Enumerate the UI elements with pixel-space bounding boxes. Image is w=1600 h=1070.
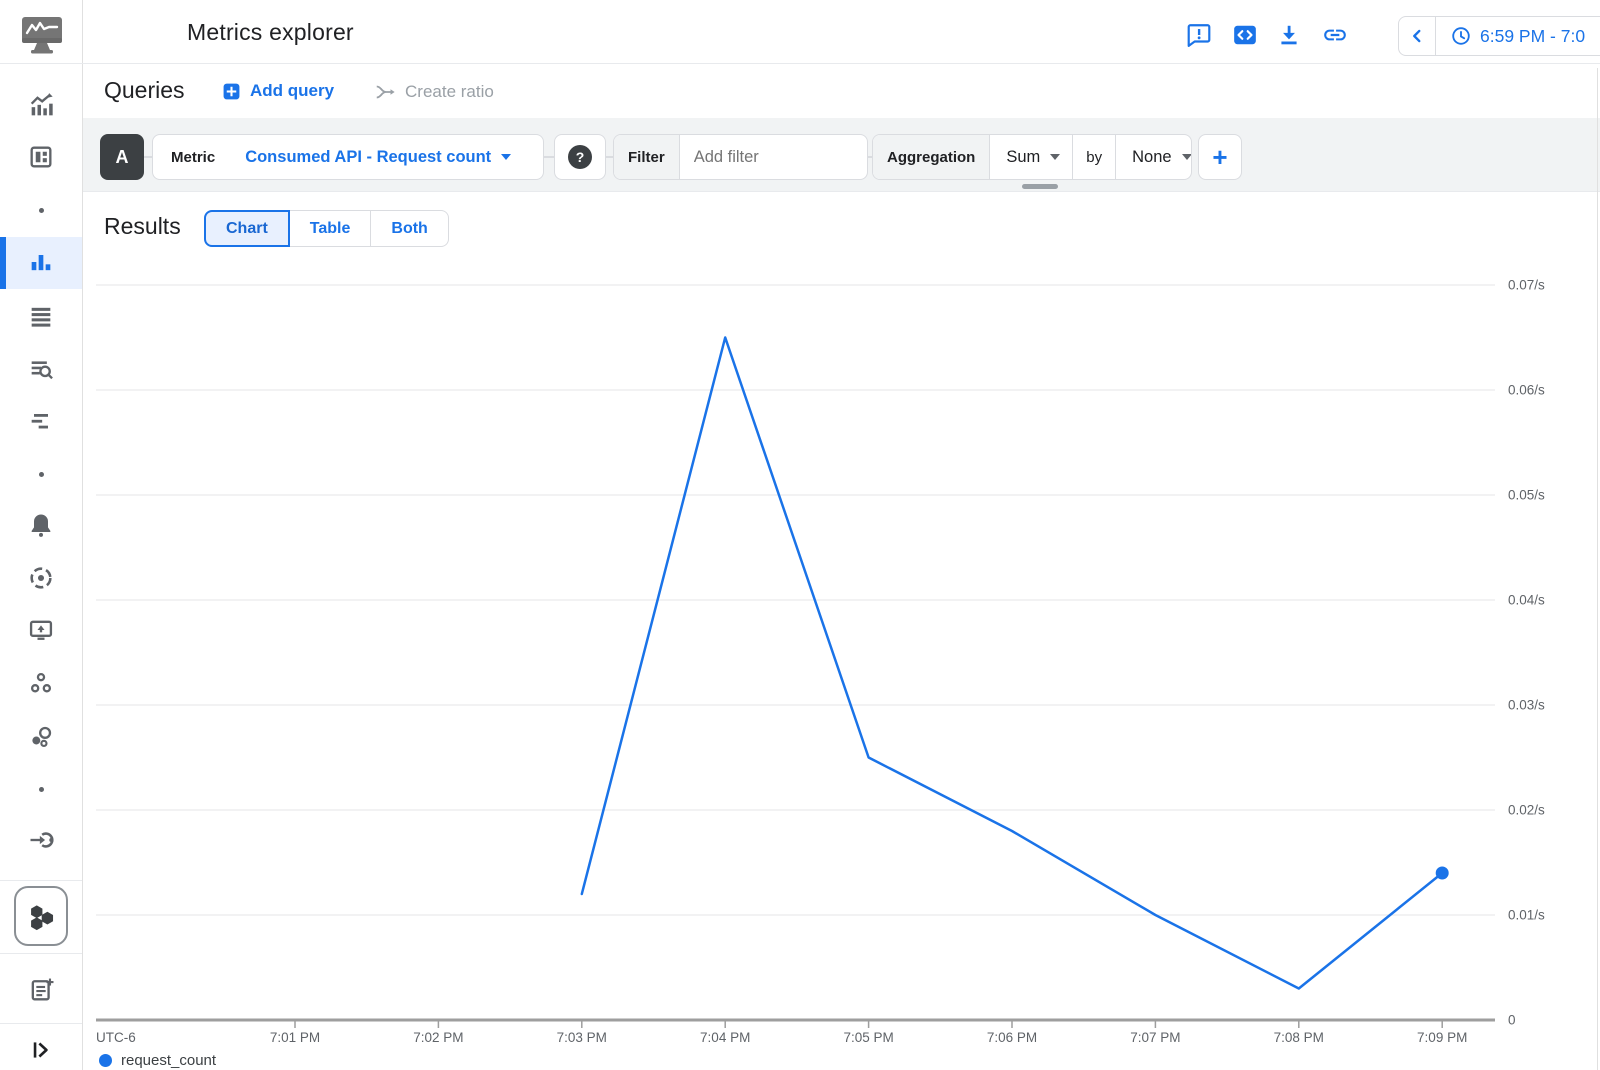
svg-text:7:03 PM: 7:03 PM [557,1030,607,1045]
svg-text:0: 0 [1508,1013,1516,1028]
line-chart-canvas: 0.07/s 0.06/s 0.05/s 0.04/s 0.03/s 0.02/s 0.01… [0,0,1600,1070]
series-color-dot [99,1054,112,1067]
svg-text:7:06 PM: 7:06 PM [987,1030,1037,1045]
series-name: request_count [121,1052,216,1069]
svg-text:7:08 PM: 7:08 PM [1274,1030,1324,1045]
svg-text:7:07 PM: 7:07 PM [1130,1030,1180,1045]
svg-text:0.01/s: 0.01/s [1508,908,1545,923]
svg-text:0.03/s: 0.03/s [1508,698,1545,713]
svg-text:7:01 PM: 7:01 PM [270,1030,320,1045]
svg-text:0.02/s: 0.02/s [1508,803,1545,818]
metrics-explorer-page: Metrics explorer [0,0,1600,1070]
svg-text:7:02 PM: 7:02 PM [413,1030,463,1045]
content-right-border [1597,68,1598,1070]
svg-text:0.06/s: 0.06/s [1508,383,1545,398]
svg-text:7:05 PM: 7:05 PM [843,1030,893,1045]
svg-text:7:04 PM: 7:04 PM [700,1030,750,1045]
svg-text:0.05/s: 0.05/s [1508,488,1545,503]
chart-legend[interactable]: request_count [99,1052,216,1069]
svg-text:UTC-6: UTC-6 [96,1030,136,1045]
svg-text:0.07/s: 0.07/s [1508,278,1545,293]
svg-text:0.04/s: 0.04/s [1508,593,1545,608]
svg-text:7:09 PM: 7:09 PM [1417,1030,1467,1045]
